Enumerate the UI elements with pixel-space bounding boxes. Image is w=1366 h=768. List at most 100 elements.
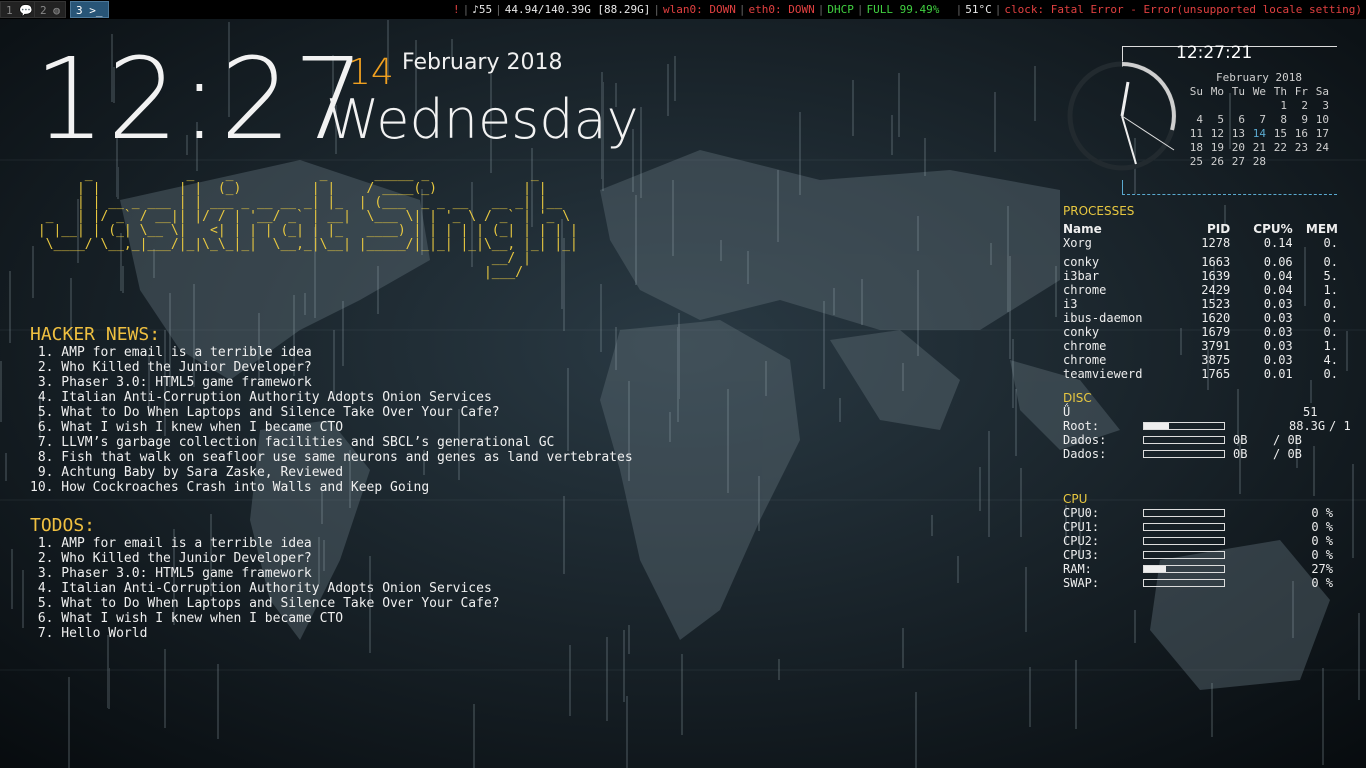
cpu-usage-bar <box>1143 523 1225 531</box>
table-cell: 0. <box>1323 325 1338 339</box>
matrix-rain-streak <box>902 628 904 668</box>
month-year: February 2018 <box>402 50 563 75</box>
table-cell: 1523 <box>1201 297 1231 311</box>
weekday: Wednesday <box>326 88 639 151</box>
disc-used: 88.3G <box>1289 419 1326 433</box>
table-cell: 3875 <box>1201 353 1231 367</box>
cpu-percent: 0 % <box>1311 520 1333 534</box>
table-row: chrome 3875 0.03 4. <box>1063 353 1338 367</box>
matrix-rain-streak <box>747 251 749 284</box>
cpu-label: CPU2: <box>1063 534 1100 548</box>
table-cell: 0.01 <box>1263 367 1293 381</box>
matrix-rain-streak <box>994 92 996 152</box>
disc-total: / 0B <box>1273 433 1302 447</box>
table-cell: 0. <box>1323 255 1338 269</box>
table-cell: 5. <box>1323 269 1338 283</box>
large-clock: 12:27 <box>34 35 367 165</box>
workspace-3-button[interactable]: 3 >_ <box>70 1 109 18</box>
calendar-day <box>1182 99 1203 113</box>
calendar-grid: Su Mo Tu We Th Fr Sa 123 4 5 6 7 8 9 10 11 12 13… <box>1182 85 1329 169</box>
matrix-rain-streak <box>1020 468 1022 537</box>
disc-usage-fill <box>1144 423 1169 429</box>
weekday-label: Sa <box>1315 85 1329 98</box>
i3-status-bar: 1 💬 2 ◍ 3 >_ ! | ♪55 | 44.94/140.39G [88.29G… <box>0 0 1366 19</box>
workspace-number: 3 <box>76 4 83 17</box>
cpu-label: CPU0: <box>1063 506 1100 520</box>
calendar-day: 8 <box>1280 113 1287 126</box>
matrix-rain-streak <box>623 630 625 702</box>
swap-percent: 0 % <box>1311 576 1333 590</box>
matrix-rain-streak <box>1322 668 1324 765</box>
matrix-rain-streak <box>108 668 110 709</box>
matrix-rain-streak <box>667 64 669 116</box>
cpu-title: CPU <box>1063 492 1088 506</box>
chat-icon: 💬 <box>19 4 33 17</box>
cpu-row: CPU2: 0 % <box>1063 534 1363 548</box>
table-cell: 0. <box>1323 367 1338 381</box>
table-cell: 1765 <box>1201 367 1231 381</box>
calendar-title: February 2018 <box>1215 71 1303 84</box>
matrix-rain-streak <box>915 692 917 768</box>
table-cell: 1663 <box>1201 255 1231 269</box>
matrix-rain-streak <box>931 515 933 536</box>
workspace-2-button[interactable]: 2 ◍ <box>34 1 66 18</box>
alert-indicator: ! <box>452 3 460 16</box>
calendar: February 2018 Su Mo Tu We Th Fr Sa 123 4… <box>1182 71 1336 169</box>
matrix-rain-streak <box>164 649 166 728</box>
disc-row-dados: Dados: 0B / 0B <box>1063 433 1363 447</box>
weekday-label: Mo <box>1210 85 1224 98</box>
table-cell: 1679 <box>1201 325 1231 339</box>
calendar-day: 24 <box>1315 141 1329 154</box>
clock-status-error: clock: Fatal Error - Error(unsupported l… <box>1004 3 1362 16</box>
table-cell: 1278 <box>1201 236 1231 250</box>
calendar-day: 19 <box>1210 141 1224 154</box>
calendar-day: 15 <box>1273 127 1287 140</box>
calendar-day: 16 <box>1294 127 1308 140</box>
table-cell: chrome <box>1063 339 1107 353</box>
disk-status: 44.94/140.39G [88.29G] <box>504 3 651 16</box>
calendar-day: 21 <box>1252 141 1266 154</box>
table-cell: 0.03 <box>1263 353 1293 367</box>
calendar-day: 12 <box>1210 127 1224 140</box>
matrix-rain-streak <box>1025 567 1027 632</box>
matrix-rain-streak <box>1007 206 1009 312</box>
list-item: 6. What I wish I knew when I became CTO <box>30 611 344 626</box>
calendar-day: 1 <box>1280 99 1287 112</box>
calendar-day: 25 <box>1189 155 1203 168</box>
disc-total: / 0B <box>1273 447 1302 461</box>
wlan-status: wlan0: DOWN <box>663 3 736 16</box>
list-item: 3. Phaser 3.0: HTML5 game framework <box>30 566 312 581</box>
hacker-news-title: HACKER NEWS: <box>30 324 161 345</box>
matrix-rain-streak <box>569 645 571 716</box>
cpu-panel: CPU CPU0: 0 % CPU1: 0 % CPU2: 0 % CPU3: 0 % … <box>1063 492 1363 590</box>
calendar-day <box>1308 155 1329 169</box>
matrix-rain-streak <box>765 361 767 396</box>
swap-row: SWAP: 0 % <box>1063 576 1363 590</box>
matrix-rain-streak <box>758 476 760 531</box>
table-cell: 0. <box>1323 297 1338 311</box>
cpu-percent: 0 % <box>1311 534 1333 548</box>
matrix-rain-streak <box>1009 256 1011 359</box>
matrix-rain-streak <box>628 625 630 654</box>
table-cell: 0.03 <box>1263 297 1293 311</box>
calendar-day: 22 <box>1273 141 1287 154</box>
globe-icon: ◍ <box>53 4 60 17</box>
cpu-percent: 0 % <box>1311 506 1333 520</box>
matrix-rain-streak <box>681 654 683 735</box>
matrix-rain-streak <box>823 301 825 389</box>
calendar-day <box>1224 99 1245 113</box>
matrix-rain-streak <box>799 112 801 195</box>
table-cell: 1639 <box>1201 269 1231 283</box>
calendar-day: 9 <box>1301 113 1308 126</box>
table-cell: 4. <box>1323 353 1338 367</box>
processes-title: PROCESSES <box>1063 204 1135 218</box>
matrix-rain-streak <box>640 107 642 198</box>
calendar-day <box>1287 155 1308 169</box>
column-header: CPU% <box>1253 222 1293 236</box>
cpu-usage-bar <box>1143 537 1225 545</box>
calendar-week: 25 26 27 28 <box>1182 155 1329 169</box>
cpu-percent: 0 % <box>1311 548 1333 562</box>
table-cell: conky <box>1063 325 1100 339</box>
table-row: chrome 2429 0.04 1. <box>1063 283 1338 297</box>
matrix-rain-streak <box>11 549 13 609</box>
